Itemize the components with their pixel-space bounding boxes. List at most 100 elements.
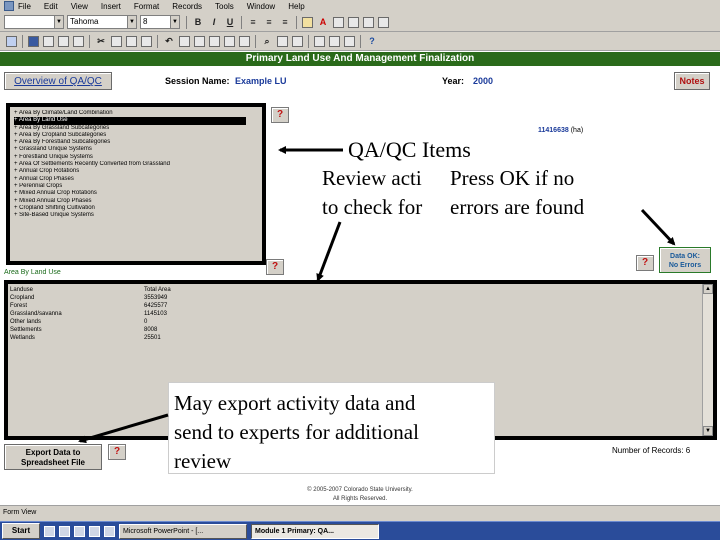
- notes-button[interactable]: Notes: [674, 72, 710, 90]
- list-item[interactable]: + Grassland Unique Systems: [14, 146, 258, 153]
- task-powerpoint[interactable]: Microsoft PowerPoint - [...: [119, 523, 247, 539]
- undo-icon[interactable]: ↶: [163, 35, 175, 47]
- filter-by-selection-icon[interactable]: [209, 35, 220, 47]
- line-width-icon[interactable]: [348, 16, 359, 28]
- apply-filter-icon[interactable]: [239, 35, 250, 47]
- object-select[interactable]: ▼: [4, 15, 64, 29]
- line-color-icon[interactable]: [333, 16, 344, 28]
- list-item[interactable]: + Area By Forestland Subcategories: [14, 139, 258, 146]
- font-size-select[interactable]: 8 ▼: [140, 15, 180, 29]
- menu-edit[interactable]: Edit: [44, 0, 58, 13]
- list-item[interactable]: + Forestland Unique Systems: [14, 154, 258, 161]
- help-button-data[interactable]: ?: [266, 259, 284, 275]
- delete-record-icon[interactable]: [292, 35, 303, 47]
- copyright: © 2005-2007 Colorado State University. A…: [260, 486, 460, 504]
- menu-tools[interactable]: Tools: [215, 0, 234, 13]
- data-ok-button[interactable]: Data OK: No Errors: [659, 247, 711, 273]
- bold-button[interactable]: B: [192, 16, 204, 28]
- callout-export-line1: May export activity data and: [174, 391, 416, 415]
- list-item[interactable]: + Area By Grassland Subcategories: [14, 125, 258, 132]
- font-name-select[interactable]: Tahoma ▼: [67, 15, 137, 29]
- callout-export-line2: send to experts for additional: [174, 420, 419, 444]
- sort-ascending-icon[interactable]: [179, 35, 190, 47]
- callout-review-line1: Review acti: [322, 166, 422, 190]
- list-item[interactable]: + Area By Climate/Land Combination: [14, 110, 258, 117]
- underline-button[interactable]: U: [224, 16, 236, 28]
- menu-records[interactable]: Records: [172, 0, 202, 13]
- align-right-icon[interactable]: ≡: [279, 16, 291, 28]
- help-button-items[interactable]: ?: [271, 107, 289, 123]
- start-button[interactable]: Start: [2, 523, 40, 539]
- filter-by-form-icon[interactable]: [224, 35, 235, 47]
- new-object-icon[interactable]: [344, 35, 355, 47]
- list-item[interactable]: + Annual Crop Phases: [14, 176, 258, 183]
- desktop-icon[interactable]: [59, 525, 70, 537]
- toolbar-separator: [360, 34, 361, 48]
- font-color-icon[interactable]: A: [317, 16, 329, 28]
- app-window: File Edit View Insert Format Records Too…: [0, 0, 720, 540]
- year-label: Year:: [442, 76, 465, 86]
- toolbar-separator: [89, 34, 90, 48]
- fill-color-icon[interactable]: [302, 16, 313, 28]
- outlook-icon[interactable]: [74, 525, 85, 537]
- row-name: Other lands: [10, 319, 42, 325]
- database-window-icon[interactable]: [329, 35, 340, 47]
- find-icon[interactable]: ⌕: [261, 35, 273, 47]
- new-record-icon[interactable]: [277, 35, 288, 47]
- align-center-icon[interactable]: ≡: [263, 16, 275, 28]
- italic-button[interactable]: I: [208, 16, 220, 28]
- taskbar: Start Microsoft PowerPoint - [... Module…: [0, 521, 720, 540]
- copy-icon[interactable]: [111, 35, 122, 47]
- help-button-ok[interactable]: ?: [636, 255, 654, 271]
- header-value: Total Area: [144, 287, 171, 293]
- toolbar-separator: [255, 34, 256, 48]
- vertical-scrollbar[interactable]: ▲ ▼: [702, 284, 713, 436]
- properties-icon[interactable]: [314, 35, 325, 47]
- list-item[interactable]: + Area By Cropland Subcategories: [14, 132, 258, 139]
- explorer-icon[interactable]: [89, 525, 100, 537]
- overview-qaqc-button[interactable]: Overview of QA/QC: [4, 72, 112, 90]
- list-item[interactable]: + Mixed Annual Crop Phases: [14, 198, 258, 205]
- list-item[interactable]: + Mixed Annual Crop Rotations: [14, 190, 258, 197]
- scroll-down-icon[interactable]: ▼: [703, 426, 713, 436]
- list-item[interactable]: + Area Of Settlements Recently Converted…: [14, 161, 258, 168]
- paste-icon[interactable]: [126, 35, 137, 47]
- help-button-export[interactable]: ?: [108, 444, 126, 460]
- media-icon[interactable]: [104, 525, 115, 537]
- menu-file[interactable]: File: [18, 0, 31, 13]
- format-painter-icon[interactable]: [141, 35, 152, 47]
- list-item[interactable]: + Cropland Shifting Cultivation: [14, 205, 258, 212]
- align-left-icon[interactable]: ≡: [247, 16, 259, 28]
- menu-view[interactable]: View: [71, 0, 88, 13]
- print-preview-icon[interactable]: [58, 35, 69, 47]
- border-style-icon[interactable]: [363, 16, 374, 28]
- design-view-icon[interactable]: [6, 35, 17, 47]
- qaqc-items-list[interactable]: + Area By Climate/Land Combination + Are…: [6, 103, 266, 265]
- total-area-unit: (ha): [570, 127, 584, 134]
- list-item[interactable]: + Annual Crop Rotations: [14, 168, 258, 175]
- menu-format[interactable]: Format: [134, 0, 159, 13]
- menu-insert[interactable]: Insert: [101, 0, 121, 13]
- export-line2: Spreadsheet File: [20, 458, 86, 467]
- task-access-form[interactable]: Module 1 Primary: QA...: [251, 523, 379, 539]
- header-name: Landuse: [10, 287, 34, 293]
- menu-help[interactable]: Help: [288, 0, 304, 13]
- menu-window[interactable]: Window: [247, 0, 275, 13]
- save-icon[interactable]: [28, 35, 39, 47]
- toolbar-separator: [241, 15, 242, 29]
- scroll-up-icon[interactable]: ▲: [703, 284, 713, 294]
- list-item-selected[interactable]: + Area By Land Use: [14, 117, 246, 125]
- print-icon[interactable]: [43, 35, 54, 47]
- list-item[interactable]: + Site-Based Unique Systems: [14, 212, 258, 219]
- spelling-icon[interactable]: [73, 35, 84, 47]
- export-spreadsheet-button[interactable]: Export Data to Spreadsheet File: [4, 444, 102, 470]
- special-effect-icon[interactable]: [378, 16, 389, 28]
- help-icon[interactable]: ?: [366, 35, 378, 47]
- export-line1: Export Data to: [25, 448, 81, 457]
- row-name: Forest: [10, 303, 28, 309]
- sort-descending-icon[interactable]: [194, 35, 205, 47]
- callout-ok-line2: errors are found: [450, 195, 585, 219]
- ie-icon[interactable]: [44, 525, 55, 537]
- list-item[interactable]: + Perennial Crops: [14, 183, 258, 190]
- cut-icon[interactable]: ✂: [95, 35, 107, 47]
